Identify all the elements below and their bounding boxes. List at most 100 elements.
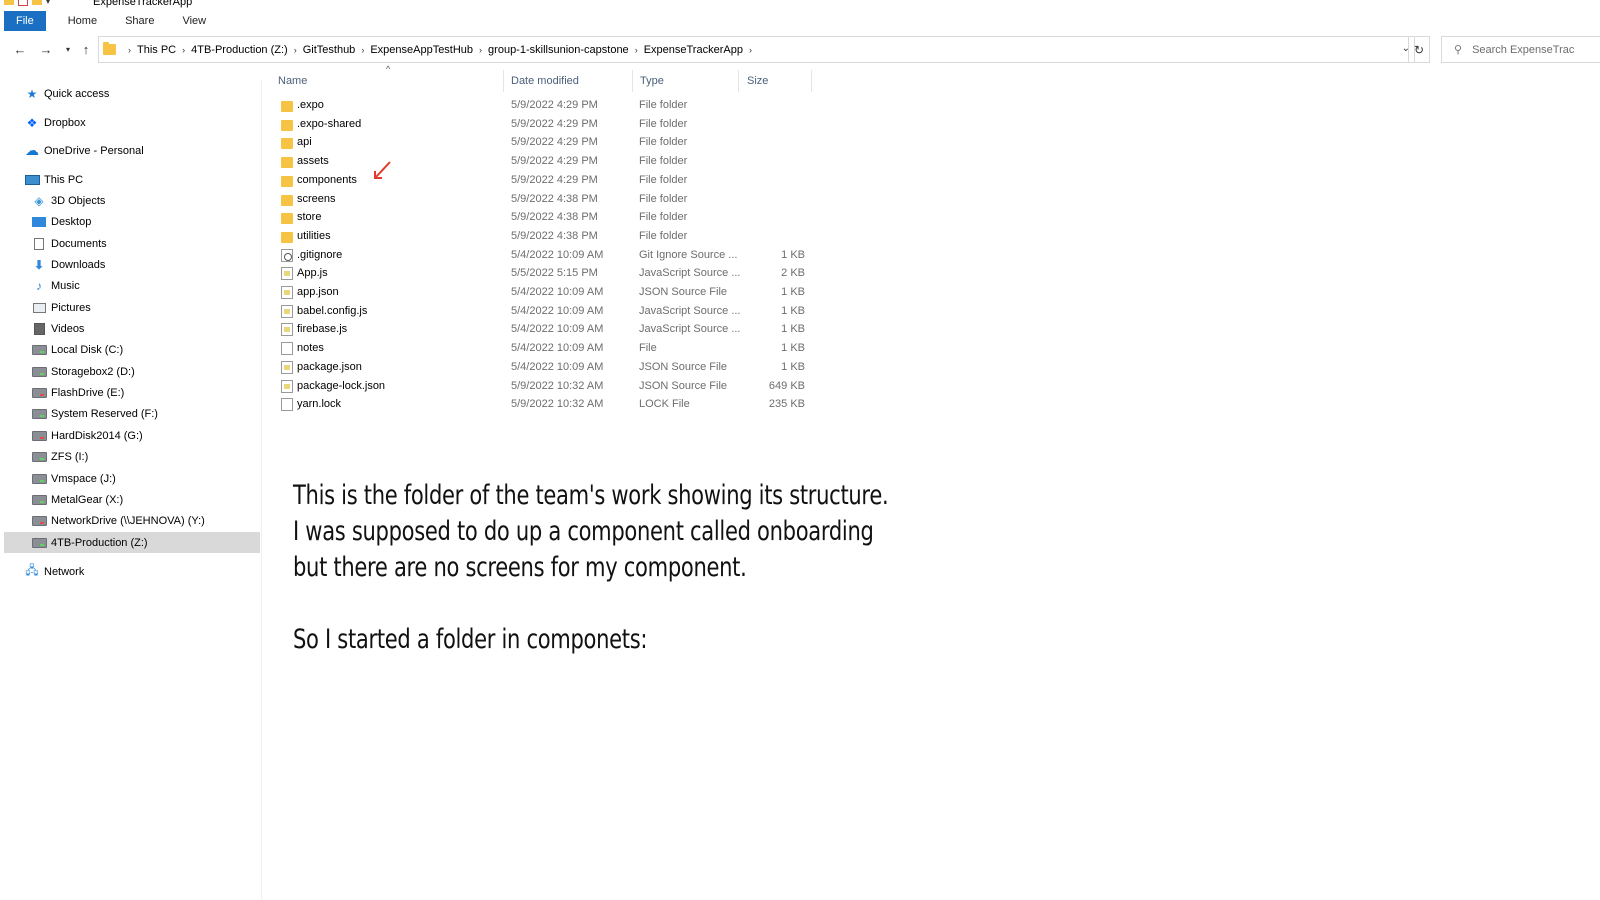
column-header-name[interactable]: Name	[270, 70, 504, 92]
sidebar-item-metalgear-x[interactable]: MetalGear (X:)	[31, 489, 123, 510]
breadcrumb-separator-icon[interactable]: ›	[294, 45, 297, 55]
back-arrow-icon[interactable]: ←	[11, 40, 29, 58]
column-header-type[interactable]: Type	[632, 70, 739, 92]
sidebar-item-label: Downloads	[51, 258, 106, 271]
window-title: ExpenseTrackerApp	[93, 0, 193, 8]
file-row[interactable]: App.js 5/5/2022 5:15 PM JavaScript Source …	[270, 264, 815, 283]
breadcrumb-separator-icon[interactable]: ›	[361, 45, 364, 55]
breadcrumb-separator-icon[interactable]: ›	[182, 45, 185, 55]
sidebar-item-system-reserved-f[interactable]: System Reserved (F:)	[31, 403, 158, 424]
refresh-icon[interactable]: ↻	[1408, 36, 1430, 63]
chevron-down-icon[interactable]: ▾	[46, 0, 50, 6]
file-row[interactable]: package.json 5/4/2022 10:09 AM JSON Source…	[270, 358, 815, 377]
file-name: app.json	[297, 286, 339, 298]
video-icon	[31, 322, 47, 336]
file-row[interactable]: notes 5/4/2022 10:09 AM File 1 KB	[270, 339, 815, 358]
sidebar-item-downloads[interactable]: ⬇ Downloads	[31, 254, 105, 275]
sidebar-item-dropbox[interactable]: ❖ Dropbox	[24, 112, 86, 133]
forward-arrow-icon[interactable]: →	[37, 40, 55, 58]
sidebar-item-zfs-i[interactable]: ZFS (I:)	[31, 446, 88, 467]
file-name: package-lock.json	[297, 379, 386, 392]
file-row[interactable]: firebase.js 5/4/2022 10:09 AM JavaScript S…	[270, 320, 815, 339]
sidebar-item-music[interactable]: ♪ Music	[31, 275, 80, 296]
network-icon: 🖧	[25, 563, 39, 577]
quick-access-toolbar: ▾	[4, 0, 50, 7]
download-icon: ⬇	[33, 257, 45, 272]
file-icon	[281, 398, 293, 412]
annotation-text: This is the folder of the team's work sh…	[293, 478, 889, 658]
script-file-icon	[281, 267, 293, 281]
folder-icon	[281, 157, 293, 169]
folder-icon	[103, 42, 116, 55]
breadcrumb-separator-icon[interactable]: ›	[635, 45, 638, 55]
file-date-modified: 5/9/2022 4:29 PM	[511, 173, 598, 186]
up-arrow-icon[interactable]: ↑	[77, 40, 95, 58]
sidebar-item-local-disk-c[interactable]: Local Disk (C:)	[31, 339, 123, 360]
file-name: screens	[297, 192, 336, 205]
breadcrumb-separator-icon[interactable]: ›	[128, 45, 131, 55]
file-row[interactable]: babel.config.js 5/4/2022 10:09 AM JavaScri…	[270, 302, 815, 321]
file-date-modified: 5/4/2022 10:09 AM	[511, 304, 604, 317]
file-row[interactable]: .expo 5/9/2022 4:29 PM File folder	[270, 96, 815, 115]
file-row[interactable]: app.json 5/4/2022 10:09 AM JSON Source Fil…	[270, 283, 815, 302]
drive-icon	[31, 386, 47, 400]
sidebar-item-label: Videos	[51, 322, 85, 335]
desktop-icon	[31, 215, 47, 229]
file-name: notes	[297, 342, 324, 355]
sidebar-item-network[interactable]: 🖧 Network	[24, 561, 84, 582]
sidebar-item-vmspace-j[interactable]: Vmspace (J:)	[31, 468, 116, 489]
column-header-date[interactable]: Date modified	[503, 70, 633, 92]
search-input[interactable]: ⚲ Search ExpenseTrac	[1441, 36, 1600, 63]
breadcrumb-separator-icon[interactable]: ›	[479, 45, 482, 55]
sidebar-item-storagebox2-d[interactable]: Storagebox2 (D:)	[31, 361, 135, 382]
sidebar-item-4tb-production-z[interactable]: 4TB-Production (Z:)	[4, 532, 260, 553]
sidebar-item-networkdrive-y[interactable]: NetworkDrive (\\JEHNOVA) (Y:)	[31, 510, 205, 531]
file-row[interactable]: assets 5/9/2022 4:29 PM File folder	[270, 152, 815, 171]
folder-icon	[281, 231, 293, 243]
breadcrumb-capstone[interactable]: group-1-skillsunion-capstone	[488, 44, 629, 56]
address-bar[interactable]: › This PC › 4TB-Production (Z:) › GitTes…	[98, 36, 1415, 63]
sidebar-item-3d-objects[interactable]: ◈ 3D Objects	[31, 190, 105, 211]
annotation-line: So I started a folder in componets:	[293, 624, 648, 655]
file-row[interactable]: .gitignore 5/4/2022 10:09 AM Git Ignore So…	[270, 246, 815, 265]
file-row[interactable]: api 5/9/2022 4:29 PM File folder	[270, 133, 815, 152]
file-size: 649 KB	[768, 379, 805, 392]
sidebar-item-videos[interactable]: Videos	[31, 318, 84, 339]
file-date-modified: 5/9/2022 4:29 PM	[511, 117, 598, 130]
tab-file[interactable]: File	[4, 11, 46, 31]
tab-view[interactable]: View	[168, 11, 220, 31]
file-row[interactable]: package-lock.json 5/9/2022 10:32 AM JSON S…	[270, 377, 815, 396]
breadcrumb-separator-icon[interactable]: ›	[749, 45, 752, 55]
tab-home[interactable]: Home	[54, 11, 111, 31]
sidebar-item-flashdrive-e[interactable]: FlashDrive (E:)	[31, 382, 124, 403]
tab-share[interactable]: Share	[111, 11, 168, 31]
file-row[interactable]: components 5/9/2022 4:29 PM File folder	[270, 171, 815, 190]
breadcrumb-gittesthub[interactable]: GitTesthub	[303, 44, 356, 56]
breadcrumb-expensetrackerapp[interactable]: ExpenseTrackerApp	[644, 44, 743, 56]
sidebar-item-this-pc[interactable]: This PC	[24, 169, 83, 190]
new-folder-icon[interactable]	[32, 0, 42, 5]
breadcrumb-this-pc[interactable]: This PC	[137, 44, 176, 56]
file-row[interactable]: screens 5/9/2022 4:38 PM File folder	[270, 190, 815, 209]
file-name: .expo-shared	[297, 117, 362, 130]
file-size: 1 KB	[781, 342, 805, 355]
sidebar-item-harddisk2014-g[interactable]: HardDisk2014 (G:)	[31, 425, 143, 446]
file-row[interactable]: store 5/9/2022 4:38 PM File folder	[270, 208, 815, 227]
breadcrumb-drive[interactable]: 4TB-Production (Z:)	[191, 44, 288, 56]
sidebar-item-pictures[interactable]: Pictures	[31, 297, 91, 318]
file-date-modified: 5/9/2022 4:29 PM	[511, 155, 598, 168]
sidebar-item-desktop[interactable]: Desktop	[31, 211, 91, 232]
sidebar-item-onedrive[interactable]: ☁ OneDrive - Personal	[24, 140, 144, 161]
file-type: File	[639, 342, 657, 355]
column-header-size[interactable]: Size	[739, 70, 812, 92]
recent-locations-chevron-icon[interactable]: ▾	[59, 40, 77, 58]
folder-icon	[281, 138, 293, 150]
file-row[interactable]: utilities 5/9/2022 4:38 PM File folder	[270, 227, 815, 246]
sidebar-item-quick-access[interactable]: ★ Quick access	[24, 83, 110, 104]
breadcrumb-expenseapptesthub[interactable]: ExpenseAppTestHub	[370, 44, 473, 56]
file-size: 1 KB	[781, 304, 805, 317]
properties-icon[interactable]	[18, 0, 28, 6]
sidebar-item-documents[interactable]: Documents	[31, 233, 107, 254]
file-row[interactable]: yarn.lock 5/9/2022 10:32 AM LOCK File 235 K…	[270, 395, 815, 414]
file-row[interactable]: .expo-shared 5/9/2022 4:29 PM File folder	[270, 115, 815, 134]
